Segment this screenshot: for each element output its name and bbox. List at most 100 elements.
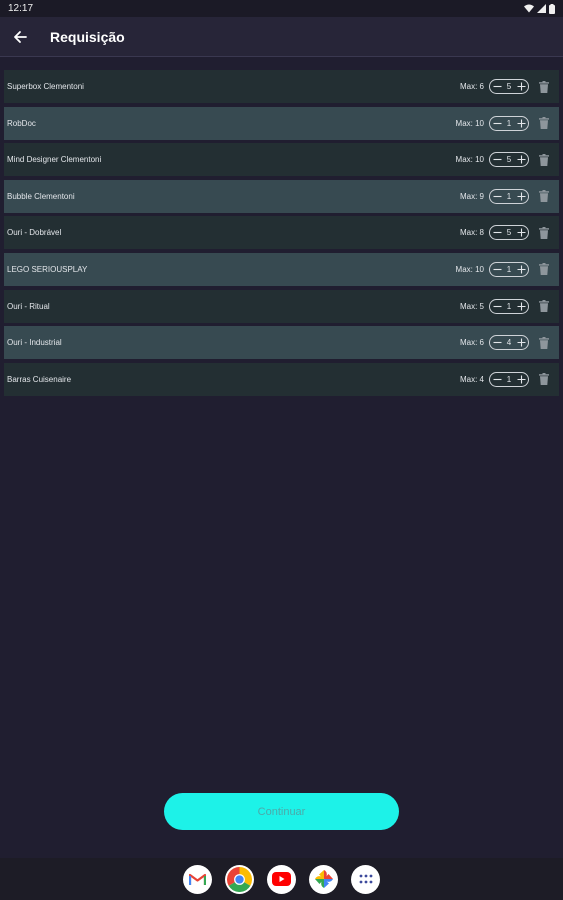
item-list: Superbox Clementoni Max: 6 5 RobDoc Max:… <box>4 70 559 399</box>
quantity-stepper: 1 <box>489 261 529 277</box>
quantity-stepper: 5 <box>489 152 529 168</box>
plus-icon <box>517 82 525 91</box>
item-max: Max: 6 <box>459 82 484 91</box>
chrome-glyph <box>227 866 252 892</box>
trash-icon <box>539 117 549 130</box>
quantity-value: 5 <box>506 228 512 238</box>
quantity-value: 5 <box>506 82 512 91</box>
decrement-button[interactable] <box>491 336 503 349</box>
plus-icon <box>517 119 525 128</box>
youtube-glyph <box>272 872 291 886</box>
minus-icon <box>493 159 501 161</box>
trash-icon <box>539 336 549 349</box>
delete-button[interactable] <box>537 188 551 204</box>
wifi-icon <box>524 4 534 13</box>
decrement-button[interactable] <box>491 80 503 93</box>
app-drawer-icon[interactable] <box>351 864 380 894</box>
item-max: Max: 9 <box>459 191 484 201</box>
list-item: LEGO SERIOUSPLAY Max: 10 1 <box>4 252 559 286</box>
increment-button[interactable] <box>515 336 527 349</box>
arrow-back-icon <box>14 30 27 43</box>
minus-icon <box>493 195 501 197</box>
increment-button[interactable] <box>515 263 527 276</box>
item-name: Mind Designer Clementoni <box>7 155 102 165</box>
item-name: Ouri - Industrial <box>7 338 62 348</box>
quantity-value: 1 <box>506 118 512 128</box>
list-item: Ouri - Dobrável Max: 8 5 <box>4 216 559 250</box>
minus-icon <box>493 268 501 271</box>
delete-button[interactable] <box>537 152 551 168</box>
increment-button[interactable] <box>515 190 527 203</box>
continue-button-label: Continuar <box>257 805 306 818</box>
trash-icon <box>539 226 549 239</box>
quantity-value: 1 <box>506 191 512 201</box>
item-name: Barras Cuisenaire <box>7 374 72 384</box>
delete-button[interactable] <box>537 298 551 314</box>
photos-icon[interactable] <box>309 864 338 894</box>
quantity-stepper: 5 <box>489 225 529 241</box>
decrement-button[interactable] <box>491 117 503 130</box>
increment-button[interactable] <box>515 300 527 313</box>
quantity-stepper: 5 <box>489 79 529 94</box>
quantity-stepper: 1 <box>489 115 529 131</box>
item-max: Max: 10 <box>455 264 484 274</box>
delete-button[interactable] <box>537 335 551 351</box>
list-item: RobDoc Max: 10 1 <box>4 106 559 140</box>
trash-icon <box>539 190 549 203</box>
increment-button[interactable] <box>515 117 527 130</box>
increment-button[interactable] <box>515 226 527 239</box>
chrome-icon[interactable] <box>225 864 254 894</box>
delete-button[interactable] <box>537 371 551 387</box>
item-name: Ouri - Dobrável <box>7 228 62 238</box>
status-time: 12:17 <box>8 3 34 14</box>
decrement-button[interactable] <box>491 190 503 203</box>
app-bar: Requisição <box>0 17 563 57</box>
item-max: Max: 6 <box>459 338 484 348</box>
increment-button[interactable] <box>515 153 527 166</box>
plus-icon <box>517 192 525 201</box>
minus-icon <box>493 122 501 124</box>
battery-icon <box>549 3 555 14</box>
minus-icon <box>493 342 501 344</box>
delete-button[interactable] <box>537 261 551 277</box>
delete-button[interactable] <box>537 115 551 131</box>
youtube-icon[interactable] <box>267 864 296 894</box>
quantity-stepper: 1 <box>489 371 529 387</box>
item-name: Superbox Clementoni <box>7 82 84 91</box>
item-max: Max: 10 <box>455 155 484 165</box>
continue-button[interactable]: Continuar <box>164 793 399 830</box>
plus-icon <box>517 302 525 311</box>
trash-icon <box>539 300 549 313</box>
trash-icon <box>539 80 549 93</box>
gmail-icon[interactable] <box>183 864 212 894</box>
quantity-value: 1 <box>506 374 512 384</box>
decrement-button[interactable] <box>491 226 503 239</box>
photos-glyph <box>314 870 333 888</box>
minus-icon <box>493 305 501 307</box>
list-item: Barras Cuisenaire Max: 4 1 <box>4 362 559 396</box>
plus-icon <box>517 155 525 164</box>
increment-button[interactable] <box>515 373 527 386</box>
increment-button[interactable] <box>515 80 527 93</box>
decrement-button[interactable] <box>491 263 503 276</box>
delete-button[interactable] <box>537 225 551 241</box>
item-name: LEGO SERIOUSPLAY <box>7 264 88 274</box>
minus-icon <box>493 378 501 380</box>
trash-icon <box>539 153 549 166</box>
back-button[interactable] <box>0 17 40 57</box>
page-title: Requisição <box>50 28 125 45</box>
decrement-button[interactable] <box>491 300 503 313</box>
app-dock <box>0 858 563 900</box>
decrement-button[interactable] <box>491 153 503 166</box>
list-item: Ouri - Ritual Max: 5 1 <box>4 289 559 323</box>
plus-icon <box>517 338 525 347</box>
quantity-stepper: 4 <box>489 335 529 351</box>
app-drawer-glyph <box>359 874 372 884</box>
delete-button[interactable] <box>537 79 551 95</box>
trash-icon <box>539 373 549 386</box>
minus-icon <box>493 232 501 234</box>
signal-icon <box>537 4 546 13</box>
list-item: Superbox Clementoni Max: 6 5 <box>4 70 559 103</box>
decrement-button[interactable] <box>491 373 503 386</box>
minus-icon <box>493 85 501 88</box>
